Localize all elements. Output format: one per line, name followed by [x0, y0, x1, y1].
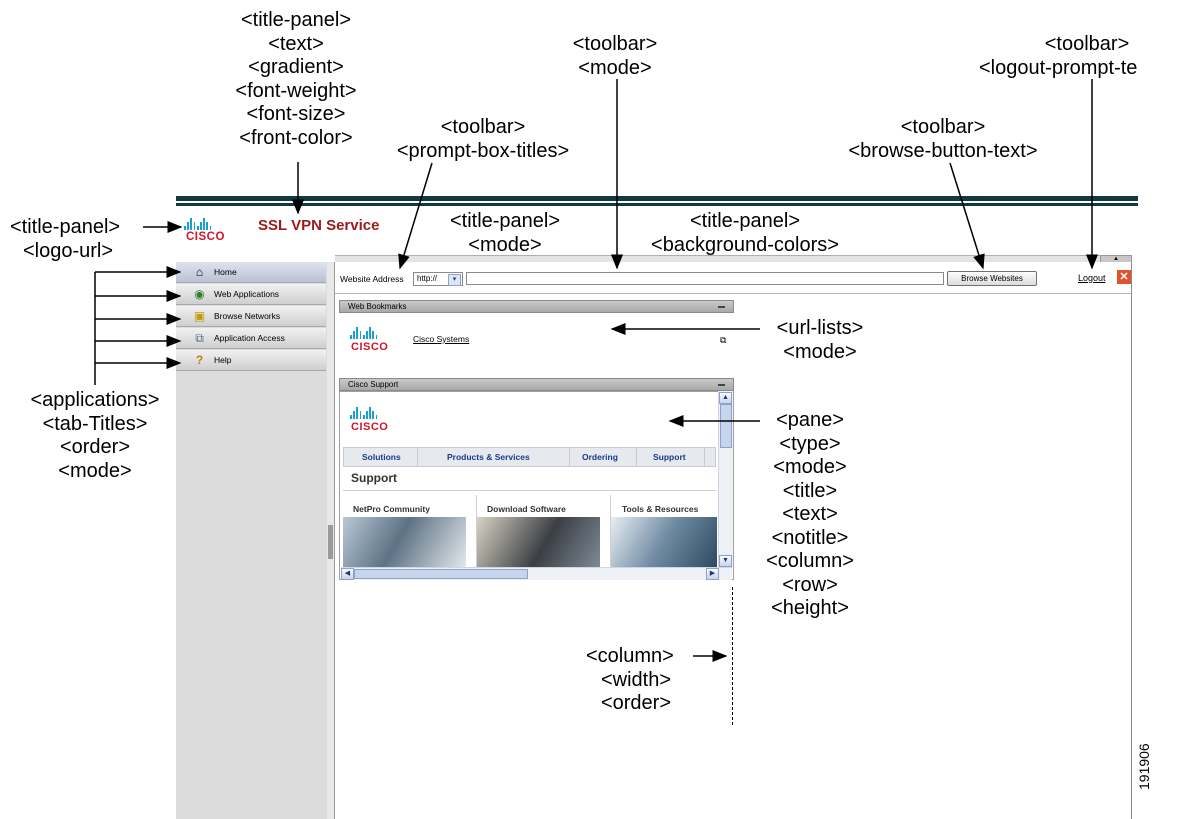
callout-line: <browse-button-text>: [848, 139, 1038, 162]
arrow-prompt: [398, 162, 433, 270]
callout-line: <title>: [782, 479, 838, 502]
callout-toolbar-browse: <toolbar> <browse-button-text>: [828, 116, 1058, 163]
callout-line: <text>: [268, 32, 324, 55]
callout-line: <applications>: [30, 389, 160, 411]
callout-title-panel-bg: <title-panel> <background-colors>: [630, 210, 860, 257]
callout-column: <column> <width> <order>: [576, 645, 696, 716]
callout-toolbar-mode: <toolbar> <mode>: [540, 33, 690, 80]
callout-line: <order>: [600, 692, 672, 714]
callout-line: <font-weight>: [235, 79, 357, 102]
arrow-browse: [949, 162, 985, 270]
callout-pane: <pane> <type> <mode> <title> <text> <not…: [745, 409, 875, 621]
callout-line: <mode>: [578, 56, 652, 79]
callout-line: <mode>: [58, 459, 132, 482]
callout-toolbar-logout: <toolbar> <logout-prompt-te: [975, 33, 1179, 80]
callout-line: <toolbar>: [572, 33, 658, 55]
callout-line: <toolbar>: [1044, 33, 1130, 55]
callout-line: <gradient>: [248, 56, 344, 78]
callout-line: <title-panel>: [449, 210, 561, 232]
callout-line: <title-panel>: [689, 210, 801, 232]
callout-line: <title-panel>: [10, 216, 121, 238]
callout-applications: <applications> <tab-Titles> <order> <mod…: [10, 389, 180, 483]
callout-line: <mode>: [468, 233, 542, 256]
callout-line: <pane>: [776, 409, 844, 431]
callout-line: <text>: [782, 503, 838, 525]
callout-title-panel-mode: <title-panel> <mode>: [430, 210, 580, 257]
callout-line: <notitle>: [771, 526, 849, 549]
callout-line: <toolbar>: [440, 116, 526, 138]
callout-line: <title-panel>: [240, 9, 352, 31]
callout-line: <front-color>: [239, 126, 353, 149]
callout-line: <column>: [766, 550, 854, 572]
callout-line: <url-lists>: [776, 317, 864, 339]
callout-line: <logout-prompt-te: [979, 56, 1138, 79]
callout-line: <order>: [59, 436, 131, 458]
callout-line: <height>: [771, 597, 849, 619]
callout-line: <toolbar>: [900, 116, 986, 138]
callout-url-lists: <url-lists> <mode>: [755, 317, 885, 364]
callout-line: <column>: [586, 645, 674, 667]
callout-line: <row>: [782, 573, 838, 596]
callout-toolbar-prompt: <toolbar> <prompt-box-titles>: [378, 116, 588, 163]
callout-title-panel-logo: <title-panel> <logo-url>: [4, 216, 154, 263]
callout-line: <logo-url>: [23, 239, 114, 262]
callout-line: <type>: [779, 432, 841, 455]
callout-line: <background-colors>: [651, 233, 839, 256]
callout-title-panel-text: <title-panel> <text> <gradient> <font-we…: [206, 9, 386, 150]
callout-line: <font-size>: [246, 103, 346, 125]
callout-line: <tab-Titles>: [42, 412, 148, 435]
callout-line: <mode>: [783, 340, 857, 363]
callout-line: <mode>: [773, 456, 847, 478]
callout-line: <width>: [600, 668, 672, 691]
callout-line: <prompt-box-titles>: [396, 139, 570, 162]
